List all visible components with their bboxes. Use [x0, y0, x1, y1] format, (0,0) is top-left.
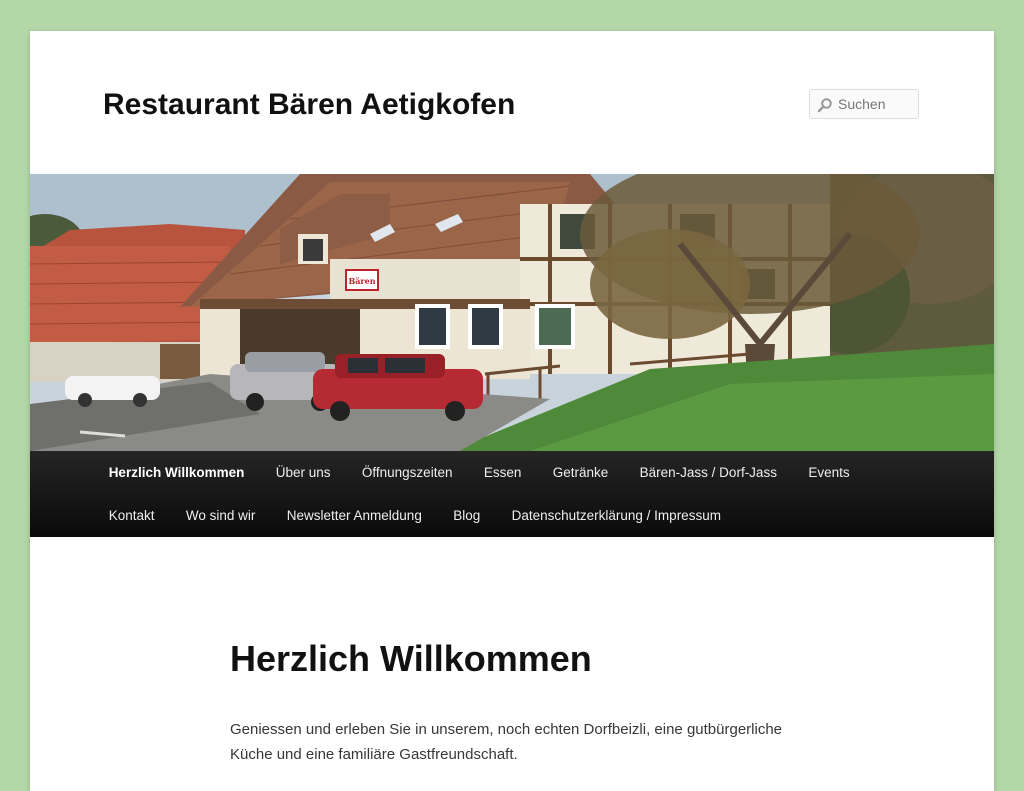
nav-item-essen[interactable]: Essen: [468, 451, 537, 494]
page-title: Herzlich Willkommen: [230, 638, 592, 679]
intro-paragraph: Geniessen und erleben Sie in unserem, no…: [230, 721, 783, 763]
search-icon: [817, 98, 832, 113]
search-input[interactable]: [836, 90, 918, 118]
search-box[interactable]: [809, 89, 919, 119]
nav-item-oeffnungszeiten[interactable]: Öffnungszeiten: [346, 451, 468, 494]
nav-item-datenschutz[interactable]: Datenschutzerklärung / Impressum: [496, 494, 737, 537]
nav-item-wo-sind-wir[interactable]: Wo sind wir: [170, 494, 271, 537]
nav-item-getraenke[interactable]: Getränke: [537, 451, 624, 494]
nav-item-blog[interactable]: Blog: [438, 494, 496, 537]
restaurant-sign: Bären: [348, 276, 375, 286]
nav-item-herzlich-willkommen[interactable]: Herzlich Willkommen: [93, 451, 260, 494]
nav-item-ueber-uns[interactable]: Über uns: [260, 451, 346, 494]
page-container: Restaurant Bären Aetigkofen Suchen Bären…: [30, 31, 994, 791]
nav-item-kontakt[interactable]: Kontakt: [93, 494, 170, 537]
nav-item-newsletter[interactable]: Newsletter Anmeldung: [271, 494, 437, 537]
nav-row-1: Herzlich Willkommen Über uns Öffnungszei…: [93, 451, 865, 494]
header-image[interactable]: Bären: [30, 174, 994, 451]
site-title[interactable]: Restaurant Bären Aetigkofen: [103, 85, 515, 125]
nav-row-2: Kontakt Wo sind wir Newsletter Anmeldung…: [93, 494, 737, 537]
main-navigation: Herzlich Willkommen Über uns Öffnungszei…: [30, 451, 994, 537]
nav-item-events[interactable]: Events: [793, 451, 866, 494]
nav-item-baeren-jass[interactable]: Bären-Jass / Dorf-Jass: [624, 451, 793, 494]
